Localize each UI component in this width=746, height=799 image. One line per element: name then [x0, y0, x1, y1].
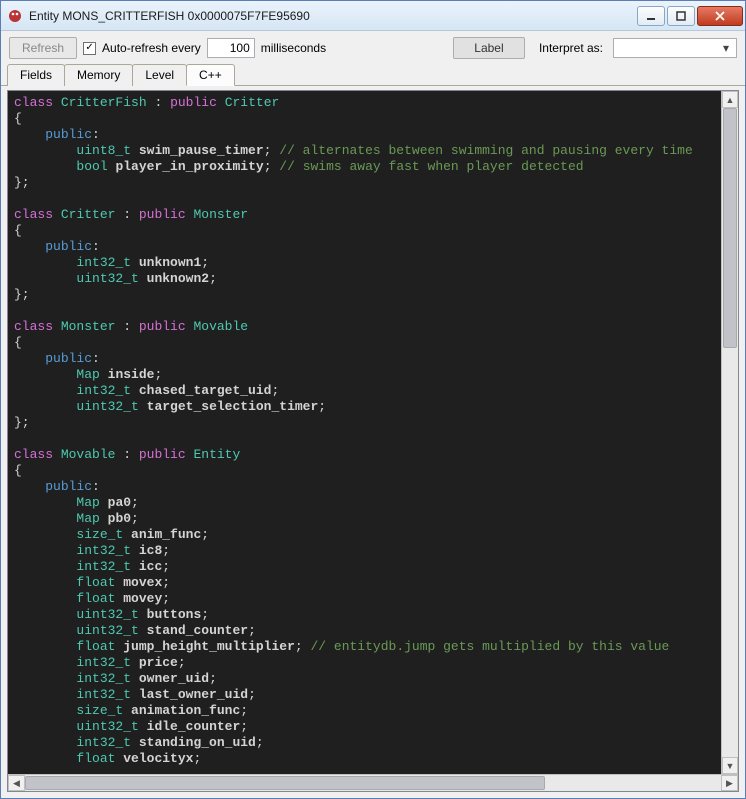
code-editor[interactable]: class CritterFish : public Critter { pub…	[8, 91, 721, 774]
minimize-button[interactable]	[637, 6, 665, 26]
content-area: class CritterFish : public Critter { pub…	[1, 86, 745, 798]
interval-input[interactable]: 100	[207, 38, 255, 58]
tab-bar: Fields Memory Level C++	[1, 63, 745, 86]
app-icon	[7, 8, 23, 24]
chevron-down-icon: ▾	[718, 40, 734, 56]
scroll-track[interactable]	[722, 108, 738, 757]
interpret-as-combo[interactable]: ▾	[613, 38, 737, 58]
scroll-up-arrow-icon[interactable]: ▲	[722, 91, 738, 108]
maximize-button[interactable]	[667, 6, 695, 26]
tab-level[interactable]: Level	[132, 64, 187, 86]
auto-refresh-checkbox[interactable]	[83, 42, 96, 55]
scroll-thumb-h[interactable]	[25, 776, 545, 790]
close-button[interactable]	[697, 6, 743, 26]
window-title: Entity MONS_CRITTERFISH 0x0000075F7FE956…	[29, 9, 637, 23]
tab-memory[interactable]: Memory	[64, 64, 133, 86]
code-panel: class CritterFish : public Critter { pub…	[7, 90, 739, 792]
scroll-track-h[interactable]	[25, 775, 721, 791]
interpret-as-label: Interpret as:	[539, 41, 603, 55]
scroll-right-arrow-icon[interactable]: ▶	[721, 775, 738, 791]
tab-cpp[interactable]: C++	[186, 64, 235, 86]
vertical-scrollbar[interactable]: ▲ ▼	[721, 91, 738, 774]
titlebar[interactable]: Entity MONS_CRITTERFISH 0x0000075F7FE956…	[1, 1, 745, 31]
auto-refresh-label: Auto-refresh every	[102, 41, 201, 55]
tab-fields[interactable]: Fields	[7, 64, 65, 86]
toolbar: Refresh Auto-refresh every 100 milliseco…	[1, 31, 745, 63]
scroll-left-arrow-icon[interactable]: ◀	[8, 775, 25, 791]
refresh-button[interactable]: Refresh	[9, 37, 77, 59]
interval-unit-label: milliseconds	[261, 41, 326, 55]
horizontal-scrollbar[interactable]: ◀ ▶	[8, 774, 738, 791]
scroll-thumb[interactable]	[723, 108, 737, 348]
label-button[interactable]: Label	[453, 37, 525, 59]
scroll-down-arrow-icon[interactable]: ▼	[722, 757, 738, 774]
window: Entity MONS_CRITTERFISH 0x0000075F7FE956…	[0, 0, 746, 799]
